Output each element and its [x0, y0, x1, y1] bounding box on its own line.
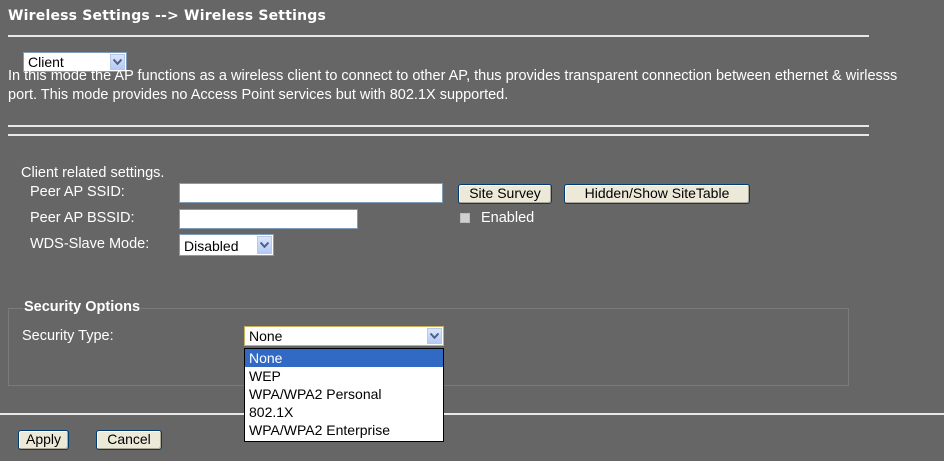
security-type-value: None: [249, 328, 283, 344]
peer-bssid-label: Peer AP BSSID:: [30, 210, 135, 226]
security-type-dropdown-list: None WEP WPA/WPA2 Personal 802.1X WPA/WP…: [244, 348, 444, 442]
peer-ssid-label: Peer AP SSID:: [30, 184, 125, 200]
security-option-wpa-enterprise[interactable]: WPA/WPA2 Enterprise: [245, 421, 443, 439]
title-divider: [8, 35, 869, 37]
page-title: Wireless Settings --> Wireless Settings: [8, 8, 327, 24]
security-option-wep[interactable]: WEP: [245, 367, 443, 385]
chevron-down-icon: [427, 328, 442, 344]
apply-button[interactable]: Apply: [18, 430, 69, 450]
security-options-legend: Security Options: [23, 299, 142, 315]
divider-top: [8, 125, 869, 127]
client-section-label: Client related settings.: [21, 165, 165, 181]
security-type-select[interactable]: None: [244, 326, 444, 346]
security-option-none[interactable]: None: [245, 349, 443, 367]
chevron-down-icon: [257, 236, 272, 254]
footer-divider: [0, 413, 944, 415]
wds-slave-mode-label: WDS-Slave Mode:: [30, 236, 150, 252]
enabled-label: Enabled: [481, 210, 535, 226]
cancel-button[interactable]: Cancel: [96, 430, 162, 450]
security-option-wpa-personal[interactable]: WPA/WPA2 Personal: [245, 385, 443, 403]
hidden-show-sitetable-button[interactable]: Hidden/Show SiteTable: [564, 184, 750, 204]
security-type-label: Security Type:: [22, 328, 114, 344]
peer-bssid-input[interactable]: [179, 209, 358, 229]
divider-bottom: [8, 134, 869, 136]
wds-slave-mode-select[interactable]: Disabled: [179, 234, 274, 256]
security-option-8021x[interactable]: 802.1X: [245, 403, 443, 421]
enabled-checkbox[interactable]: [460, 213, 470, 223]
wds-slave-mode-value: Disabled: [184, 238, 239, 254]
peer-ssid-input[interactable]: [179, 183, 443, 203]
site-survey-button[interactable]: Site Survey: [458, 184, 552, 204]
mode-description: In this mode the AP functions as a wirel…: [8, 68, 898, 103]
